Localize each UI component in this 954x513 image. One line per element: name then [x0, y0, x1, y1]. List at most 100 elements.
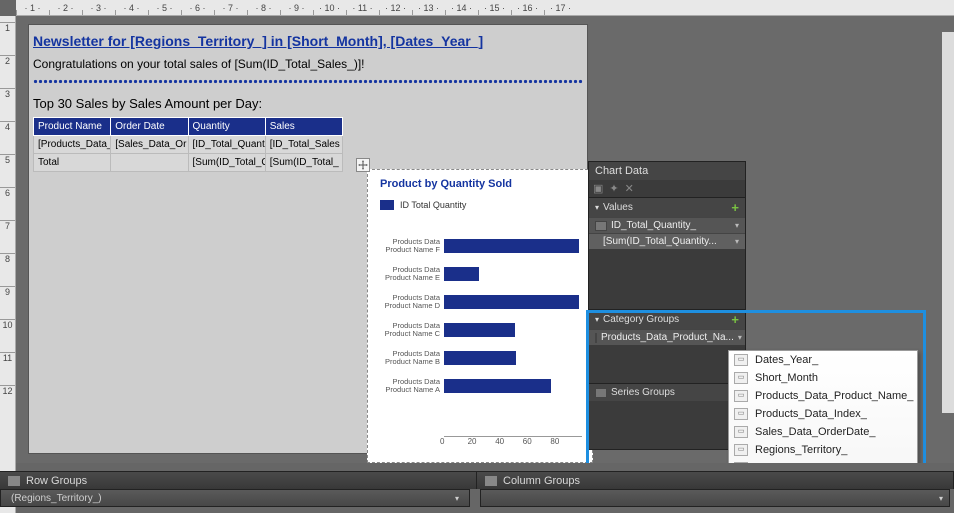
dropdown-icon[interactable]: ▾ — [455, 494, 459, 503]
panel-collapse-icon[interactable]: ▣ — [593, 182, 603, 195]
chart-region[interactable]: Product by Quantity Sold ID Total Quanti… — [367, 169, 593, 463]
chart-title: Product by Quantity Sold — [368, 170, 592, 196]
dropdown-icon[interactable]: ▾ — [735, 221, 739, 230]
context-menu-label: Products_Data_Product_Name_ — [755, 390, 913, 402]
values-label: Values — [603, 202, 633, 213]
table-cell[interactable]: [Sales_Data_Or — [111, 136, 188, 154]
right-scrollbar-area — [942, 32, 954, 413]
report-page[interactable]: Newsletter for [Regions_Territory_] in [… — [28, 24, 588, 454]
context-menu-label: Dates_Year_ — [755, 354, 818, 366]
context-menu-label: Sales_Data_OrderDate_ — [755, 426, 875, 438]
panel-close-icon[interactable]: ✕ — [625, 182, 634, 195]
move-handle-icon[interactable] — [356, 158, 370, 172]
x-tick: 80 — [550, 437, 578, 452]
field-icon — [595, 221, 607, 231]
panel-title: Chart Data — [589, 162, 745, 180]
groups-bar: Row Groups Column Groups — [0, 471, 954, 489]
values-section-header[interactable]: ▾ Values + — [589, 197, 745, 217]
x-tick: 60 — [523, 437, 551, 452]
column-group-value[interactable]: ▾ — [480, 489, 950, 507]
field-context-menu[interactable]: ▭Dates_Year_▭Short_Month▭Products_Data_P… — [728, 350, 918, 463]
category-field-label: Products_Data_Product_Na... — [601, 332, 734, 343]
table-cell[interactable]: [Sum(ID_Total_Q — [188, 154, 265, 172]
context-menu-item[interactable]: ▭Regions_Territory_ — [729, 441, 917, 459]
report-title[interactable]: Newsletter for [Regions_Territory_] in [… — [29, 25, 587, 55]
section-subhead[interactable]: Top 30 Sales by Sales Amount per Day: — [29, 94, 587, 115]
row-groups-header[interactable]: Row Groups — [0, 471, 477, 489]
table-cell[interactable] — [111, 154, 188, 172]
value-agg-row[interactable]: [Sum(ID_Total_Quantity... ▾ — [589, 233, 745, 249]
table-cell[interactable]: Total — [34, 154, 111, 172]
legend-label: ID Total Quantity — [400, 200, 466, 210]
field-icon: ▭ — [734, 354, 748, 366]
table-header[interactable]: Quantity — [188, 118, 265, 136]
column-groups-label: Column Groups — [503, 475, 580, 487]
field-icon: ▭ — [734, 390, 748, 402]
category-label: Category Groups — [603, 314, 679, 325]
context-menu-item[interactable]: ▭ Dates_Year_ — [729, 351, 917, 369]
table-header[interactable]: Order Date — [111, 118, 188, 136]
context-menu-item[interactable]: ▭Short_Month — [729, 369, 917, 387]
row-groups-icon — [8, 476, 20, 486]
context-menu-item[interactable]: ▭Sales_Data_OrderDate_ — [729, 423, 917, 441]
table-cell[interactable]: [ID_Total_Sales — [265, 136, 342, 154]
bar-fill — [444, 267, 479, 281]
bar-fill — [444, 239, 579, 253]
context-menu-item[interactable]: ▭ ID_Total_Sales_ — [729, 459, 917, 463]
table-header[interactable]: Product Name — [34, 118, 111, 136]
chart-bar-row: Products Data Product Name C — [374, 316, 582, 344]
panel-toolbar[interactable]: ▣ ✦ ✕ — [589, 180, 745, 197]
dropdown-icon[interactable]: ▾ — [735, 237, 739, 246]
dropdown-icon[interactable]: ▾ — [738, 333, 742, 342]
collapse-arrow-icon[interactable]: ▾ — [595, 315, 599, 324]
dotted-divider — [33, 79, 583, 84]
field-icon: ▭ — [734, 462, 748, 463]
series-section-header[interactable]: Series Groups — [589, 383, 745, 401]
panel-spacer — [589, 401, 745, 449]
category-field-row[interactable]: Products_Data_Product_Na... ▾ — [589, 329, 745, 345]
value-field-label: ID_Total_Quantity_ — [611, 220, 696, 231]
field-icon: ▭ — [734, 372, 748, 384]
category-section-header[interactable]: ▾ Category Groups + — [589, 309, 745, 329]
chart-legend: ID Total Quantity — [368, 196, 592, 218]
design-canvas[interactable]: Newsletter for [Regions_Territory_] in [… — [16, 16, 954, 463]
bar-fill — [444, 351, 516, 365]
value-agg-label: [Sum(ID_Total_Quantity... — [603, 236, 717, 247]
panel-spacer — [589, 249, 745, 309]
chart-bar-row: Products Data Product Name E — [374, 260, 582, 288]
congrats-text[interactable]: Congratulations on your total sales of [… — [29, 55, 587, 77]
dropdown-icon[interactable]: ▾ — [939, 494, 943, 503]
column-groups-header[interactable]: Column Groups — [477, 471, 954, 489]
row-group-value[interactable]: (Regions_Territory_) ▾ — [0, 489, 470, 507]
table-row[interactable]: Total [Sum(ID_Total_Q[Sum(ID_Total_ — [34, 154, 343, 172]
chart-x-axis: 020406080 — [444, 436, 582, 452]
context-menu-item[interactable]: ▭ Products_Data_Product_Name_ — [729, 387, 917, 405]
x-tick: 0 — [440, 437, 468, 452]
context-menu-label: ID_Total_Sales_ — [755, 462, 835, 463]
table-cell[interactable]: [Sum(ID_Total_ — [265, 154, 342, 172]
context-menu-item[interactable]: ▭Products_Data_Index_ — [729, 405, 917, 423]
x-tick: 40 — [495, 437, 523, 452]
add-category-icon[interactable]: + — [731, 313, 739, 326]
panel-pin-icon[interactable]: ✦ — [609, 182, 618, 195]
add-value-icon[interactable]: + — [731, 201, 739, 214]
field-icon: ▭ — [734, 408, 748, 420]
legend-swatch — [380, 200, 394, 210]
table-header[interactable]: Sales — [265, 118, 342, 136]
table-cell[interactable]: [ID_Total_Quant — [188, 136, 265, 154]
bar-label: Products Data Product Name C — [374, 322, 444, 339]
bar-fill — [444, 323, 515, 337]
row-groups-label: Row Groups — [26, 475, 87, 487]
bar-label: Products Data Product Name A — [374, 378, 444, 395]
horizontal-ruler: · 1 ·· 2 ·· 3 ·· 4 ·· 5 ·· 6 ·· 7 ·· 8 ·… — [16, 0, 954, 16]
collapse-arrow-icon[interactable]: ▾ — [595, 203, 599, 212]
chart-body: Products Data Product Name FProducts Dat… — [374, 232, 582, 434]
sales-table[interactable]: Product NameOrder DateQuantitySales [Pro… — [33, 117, 343, 172]
value-field-row[interactable]: ID_Total_Quantity_ ▾ — [589, 217, 745, 233]
chart-bar-row: Products Data Product Name B — [374, 344, 582, 372]
chart-data-panel[interactable]: Chart Data ▣ ✦ ✕ ▾ Values + ID_Total_Qua… — [588, 161, 746, 450]
panel-spacer — [589, 345, 745, 383]
bar-label: Products Data Product Name E — [374, 266, 444, 283]
table-row[interactable]: [Products_Data_[Sales_Data_Or[ID_Total_Q… — [34, 136, 343, 154]
table-cell[interactable]: [Products_Data_ — [34, 136, 111, 154]
